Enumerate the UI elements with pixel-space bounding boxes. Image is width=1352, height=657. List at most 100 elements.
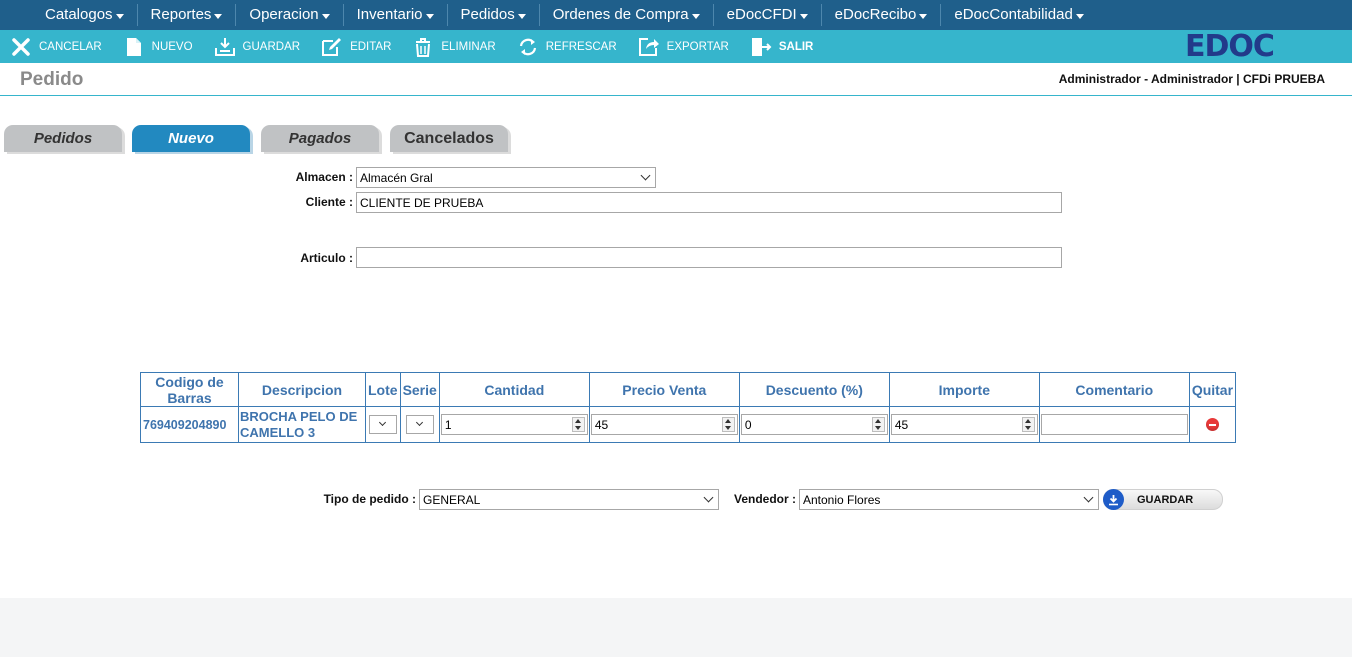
refresh-label: REFRESCAR — [545, 40, 617, 53]
cell-comentario — [1038, 406, 1190, 443]
precio-stepper[interactable]: 45 — [590, 414, 738, 435]
cancel-button[interactable]: CANCELAR — [10, 36, 102, 58]
menu-label: Catalogos — [45, 6, 113, 23]
exit-door-icon — [750, 36, 772, 58]
caret-down-icon — [214, 13, 223, 19]
tipo-pedido-select[interactable]: GENERAL — [419, 489, 719, 510]
tab-nuevo[interactable]: Nuevo — [132, 125, 250, 152]
almacen-select[interactable]: Almacén Gral — [356, 167, 656, 188]
action-toolbar: CANCELAR NUEVO GUARDAR EDITAR ELIMINAR R… — [0, 30, 1352, 63]
cell-quitar — [1188, 406, 1237, 443]
header-lote: Lote — [365, 372, 401, 407]
comentario-input[interactable] — [1040, 414, 1188, 435]
menu-pedidos[interactable]: Pedidos — [448, 4, 540, 26]
cliente-label: Cliente : — [305, 195, 353, 209]
menu-reportes[interactable]: Reportes — [138, 4, 237, 26]
edit-button[interactable]: EDITAR — [321, 36, 391, 58]
tab-pedidos[interactable]: Pedidos — [4, 125, 122, 152]
header-descripcion: Descripcion — [238, 372, 366, 407]
header-descuento: Descuento (%) — [738, 372, 890, 407]
exit-button[interactable]: SALIR — [750, 36, 813, 58]
menu-label: eDocRecibo — [834, 6, 917, 23]
delete-button[interactable]: ELIMINAR — [412, 36, 496, 58]
spinner-arrows-icon[interactable] — [871, 417, 885, 432]
save-toolbar-button[interactable]: GUARDAR — [214, 36, 300, 58]
save-tray-icon — [214, 36, 236, 58]
menu-edoccontabilidad[interactable]: eDocContabilidad — [941, 4, 1096, 26]
new-button[interactable]: NUEVO — [123, 36, 193, 58]
cliente-value: CLIENTE DE PRUEBA — [360, 195, 484, 210]
menu-label: Ordenes de Compra — [552, 6, 689, 23]
almacen-value: Almacén Gral — [360, 170, 433, 185]
refresh-button[interactable]: REFRESCAR — [517, 36, 617, 58]
export-button[interactable]: EXPORTAR — [638, 36, 729, 58]
header-cantidad: Cantidad — [438, 372, 590, 407]
menu-operacion[interactable]: Operacion — [236, 4, 344, 26]
cliente-input[interactable]: CLIENTE DE PRUEBA — [356, 192, 1062, 213]
caret-down-icon — [691, 13, 700, 19]
header-precio: Precio Venta — [588, 372, 740, 407]
delete-label: ELIMINAR — [441, 40, 496, 53]
cell-codigo: 769409204890 — [140, 406, 239, 443]
new-label: NUEVO — [151, 40, 193, 53]
menu-label: eDocContabilidad — [954, 6, 1073, 23]
menu-inventario[interactable]: Inventario — [344, 4, 448, 26]
vendedor-value: Antonio Flores — [803, 492, 881, 507]
chevron-down-icon — [379, 418, 387, 427]
menu-edocrecibo[interactable]: eDocRecibo — [822, 4, 942, 26]
save-button[interactable]: GUARDAR — [1103, 489, 1223, 510]
tipo-pedido-label: Tipo de pedido : — [323, 492, 416, 506]
cell-cantidad: 1 — [438, 406, 590, 443]
almacen-label: Almacen : — [295, 170, 353, 184]
caret-down-icon — [115, 13, 124, 19]
menu-catalogos[interactable]: Catalogos — [32, 4, 138, 26]
menu-edoccfdi[interactable]: eDocCFDI — [714, 4, 822, 26]
caret-down-icon — [1075, 13, 1084, 19]
cell-lote — [365, 406, 401, 443]
chevron-down-icon — [416, 418, 424, 427]
menu-label: Inventario — [356, 6, 423, 23]
chevron-down-icon — [640, 170, 651, 181]
main-menu: Catalogos Reportes Operacion Inventario … — [0, 0, 1352, 30]
edit-label: EDITAR — [350, 40, 392, 53]
download-icon — [1103, 489, 1124, 510]
vendedor-select[interactable]: Antonio Flores — [799, 489, 1099, 510]
edoc-logo: EDOC — [1185, 29, 1275, 64]
header-comentario: Comentario — [1038, 372, 1190, 407]
menu-label: Pedidos — [460, 6, 515, 23]
order-items-table: Codigo de Barras Descripcion Lote Serie … — [140, 372, 1237, 443]
spinner-arrows-icon[interactable] — [721, 417, 735, 432]
tab-cancelados[interactable]: Cancelados — [390, 125, 508, 152]
spinner-arrows-icon[interactable] — [1021, 417, 1035, 432]
cell-descuento: 0 — [738, 406, 890, 443]
cantidad-stepper[interactable]: 1 — [440, 414, 588, 435]
caret-down-icon — [425, 13, 434, 19]
cell-precio: 45 — [588, 406, 740, 443]
serie-select[interactable] — [405, 415, 434, 434]
logo-text: EDOC — [1185, 29, 1275, 64]
articulo-input[interactable] — [356, 247, 1062, 268]
table-row: 769409204890 BROCHA PELO DE CAMELLO 3 1 — [140, 406, 1237, 443]
user-info: Administrador - Administrador | CFDi PRU… — [1058, 72, 1325, 86]
lote-select[interactable] — [368, 415, 397, 434]
app-window: Catalogos Reportes Operacion Inventario … — [0, 0, 1352, 657]
spinner-arrows-icon[interactable] — [571, 417, 585, 432]
tab-pagados[interactable]: Pagados — [261, 125, 379, 152]
importe-value: 45 — [894, 417, 909, 432]
save-button-label: GUARDAR — [1137, 493, 1194, 506]
refresh-icon — [517, 36, 539, 58]
cantidad-value: 1 — [444, 417, 452, 432]
title-bar: Pedido Administrador - Administrador | C… — [0, 64, 1352, 96]
importe-stepper[interactable]: 45 — [890, 414, 1038, 435]
export-label: EXPORTAR — [666, 40, 729, 53]
menu-label: Reportes — [150, 6, 212, 23]
close-icon — [10, 36, 32, 58]
page-title: Pedido — [20, 69, 84, 90]
caret-down-icon — [321, 13, 330, 19]
articulo-label: Articulo : — [300, 251, 353, 265]
descuento-stepper[interactable]: 0 — [740, 414, 888, 435]
menu-ordenes-de-compra[interactable]: Ordenes de Compra — [540, 4, 714, 26]
remove-icon[interactable] — [1205, 418, 1219, 431]
precio-value: 45 — [594, 417, 609, 432]
caret-down-icon — [799, 13, 808, 19]
